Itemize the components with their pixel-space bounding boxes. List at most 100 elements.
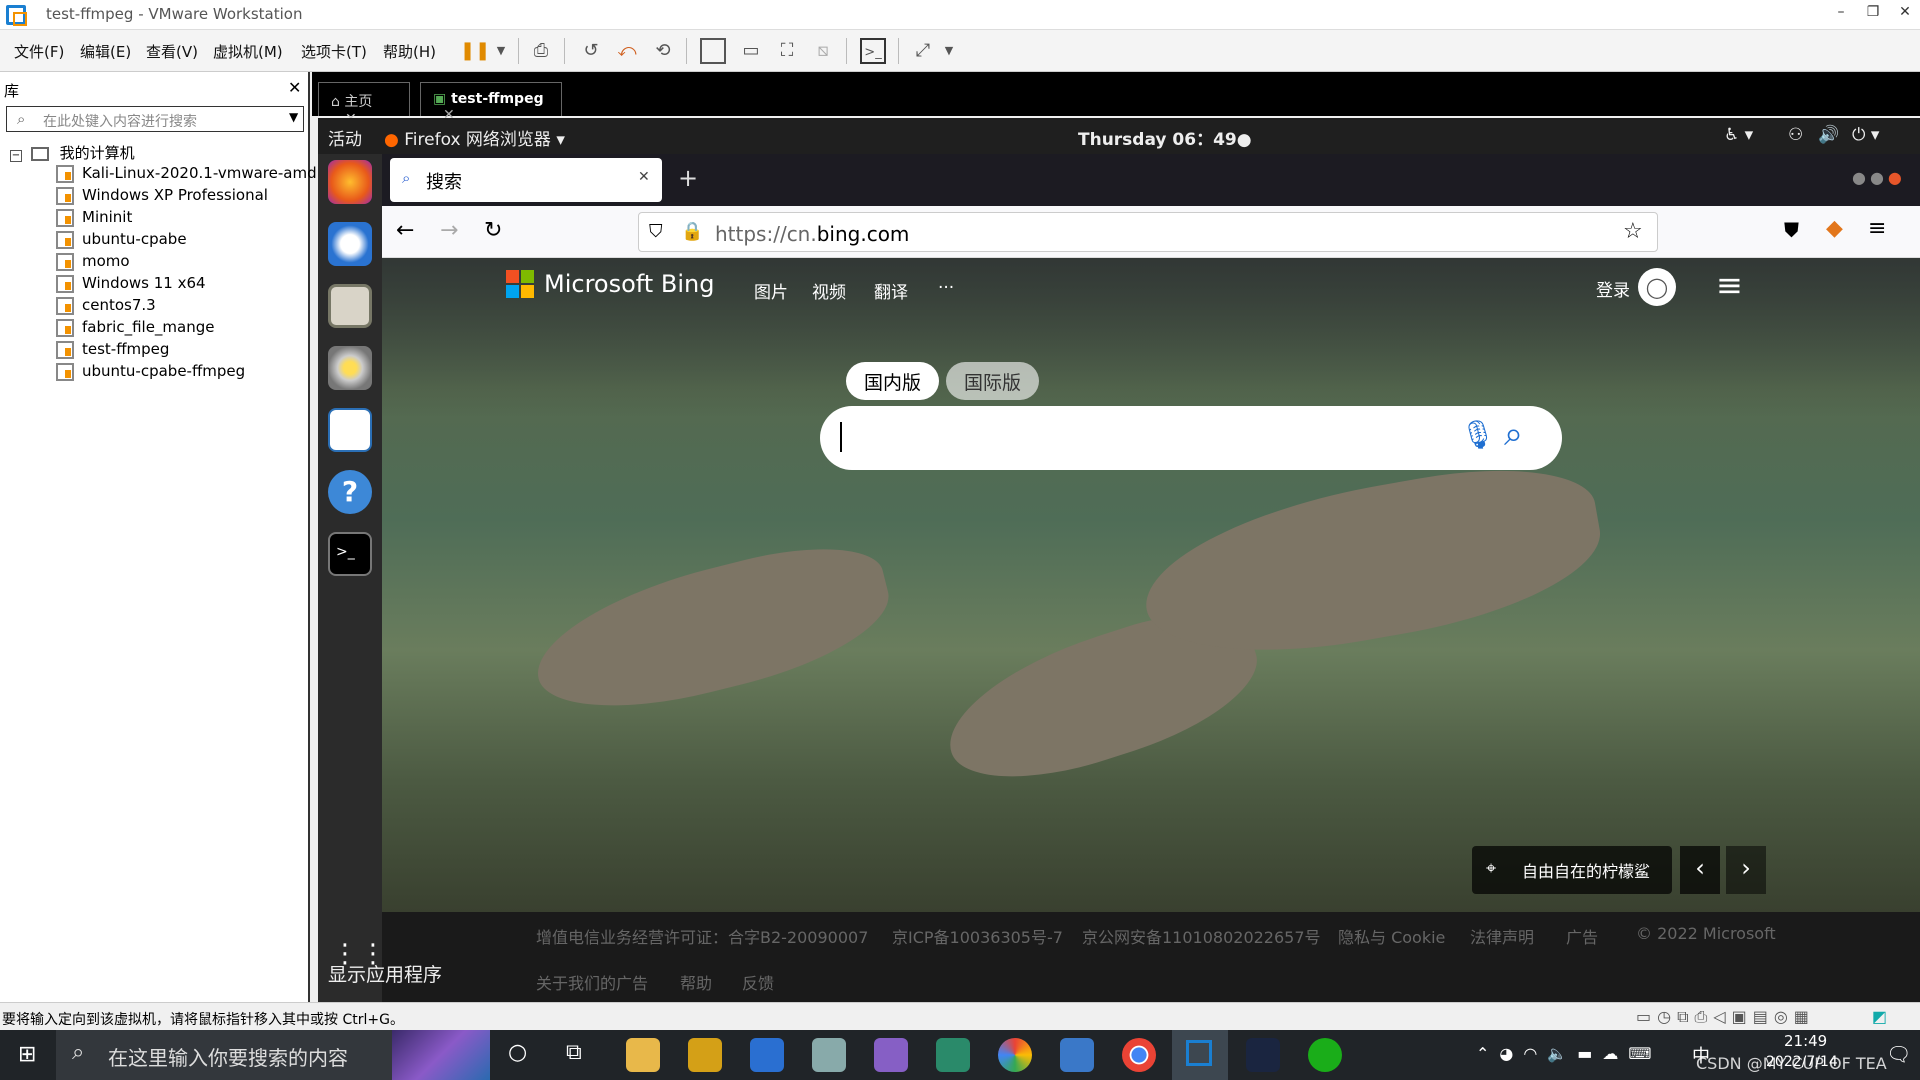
app-menu[interactable]: ● Firefox 网络浏览器 ▾ <box>384 125 565 150</box>
console-icon[interactable]: >_ <box>860 38 886 64</box>
device-status-icons[interactable]: ▭◷⧉⎙◁▣▤◎▦ <box>1636 1007 1815 1027</box>
vmware-taskbar-button[interactable] <box>1172 1030 1228 1080</box>
collapse-icon[interactable]: − <box>10 150 22 162</box>
clock[interactable]: Thursday 06：49● <box>1078 125 1252 150</box>
pocket-icon[interactable]: ⛊ <box>1784 218 1799 242</box>
network-icon[interactable]: ⚇ <box>1788 125 1803 145</box>
menu-vm[interactable]: 虚拟机(M) <box>213 41 283 62</box>
nav-videos[interactable]: 视频 <box>812 278 846 303</box>
footer-privacy[interactable]: 隐私与 Cookie <box>1338 924 1445 948</box>
next-image-button[interactable]: › <box>1726 846 1766 894</box>
new-tab-button[interactable]: + <box>678 164 698 192</box>
unity-icon[interactable]: ⧅ <box>810 38 836 64</box>
restore-button[interactable]: ❐ <box>1858 4 1888 26</box>
windows-start-icon[interactable]: ⊞ <box>18 1042 36 1067</box>
tab-home[interactable]: ⌂ 主页 ✕ <box>318 82 410 127</box>
menu-tabs[interactable]: 选项卡(T) <box>301 41 367 62</box>
snapshot-icon[interactable]: ↺ <box>578 38 604 64</box>
nav-more[interactable]: ··· <box>938 278 954 298</box>
vm-list-item[interactable]: Windows XP Professional <box>56 186 317 208</box>
menu-icon[interactable]: ≡ <box>1716 266 1743 304</box>
revert-snapshot-icon[interactable]: ⤺ <box>614 38 640 64</box>
library-view-icon[interactable] <box>700 38 726 64</box>
rhythmbox-icon[interactable] <box>328 346 372 390</box>
taskbar-search-input[interactable]: ⌕ 在这里输入你要搜索的内容 <box>56 1030 490 1080</box>
avatar-icon[interactable]: ◯ <box>1638 268 1676 306</box>
footer-legal[interactable]: 法律声明 <box>1470 924 1534 948</box>
vm-list-item[interactable]: Mininit <box>56 208 317 230</box>
reload-icon[interactable]: ↻ <box>484 218 502 243</box>
xshell-icon[interactable] <box>1060 1038 1094 1072</box>
image-caption[interactable]: ⌖ 自由自在的柠檬鲨 <box>1472 846 1672 894</box>
footer-ads[interactable]: 广告 <box>1566 924 1598 948</box>
tree-root[interactable]: − 我的计算机 <box>10 142 317 164</box>
nav-translate[interactable]: 翻译 <box>874 278 908 303</box>
vm-list-item[interactable]: centos7.3 <box>56 296 317 318</box>
stretch-icon[interactable]: ⤢ <box>910 38 936 64</box>
library-search-input[interactable]: ⌕ 在此处键入内容进行搜索 ▼ <box>6 106 304 132</box>
taskbar-time[interactable]: 21:49 <box>1784 1032 1827 1050</box>
bing-brand[interactable]: Microsoft Bing <box>544 270 714 298</box>
vm-list-item[interactable]: ubuntu-cpabe <box>56 230 317 252</box>
footer-about-ads[interactable]: 关于我们的广告 <box>536 970 648 994</box>
nav-images[interactable]: 图片 <box>754 278 788 303</box>
close-icon[interactable]: ✕ <box>288 78 301 97</box>
scope-international[interactable]: 国际版 <box>946 362 1040 400</box>
minimize-button[interactable]: – <box>1826 4 1856 26</box>
back-icon[interactable]: ← <box>396 218 414 243</box>
firefox-icon[interactable] <box>328 160 372 204</box>
pycharm-icon[interactable] <box>936 1038 970 1072</box>
wechat-icon[interactable] <box>1308 1038 1342 1072</box>
menu-help[interactable]: 帮助(H) <box>383 41 436 62</box>
fullscreen-icon[interactable]: ⛶ <box>774 38 800 64</box>
vm-list-item[interactable]: Windows 11 x64 <box>56 274 317 296</box>
bing-search-input[interactable]: 🎙 ⌕ <box>820 406 1562 470</box>
thunderbird-icon[interactable] <box>328 222 372 266</box>
remote-desktop-icon[interactable] <box>812 1038 846 1072</box>
url-text[interactable]: https://cn.bing.com <box>715 222 909 246</box>
browser-tab[interactable]: ⌕ 搜索 ✕ <box>390 158 662 202</box>
menu-edit[interactable]: 编辑(E) <box>80 41 131 62</box>
footer-help[interactable]: 帮助 <box>680 970 712 994</box>
game-app-icon[interactable] <box>1246 1038 1280 1072</box>
tab-test-ffmpeg[interactable]: ▣ test-ffmpeg ✕ <box>420 82 562 123</box>
footer-license[interactable]: 增值电信业务经营许可证：合字B2-20090007 <box>536 924 868 948</box>
chrome-icon[interactable] <box>1122 1038 1156 1072</box>
vm-list-item[interactable]: fabric_file_mange <box>56 318 317 340</box>
lock-app-icon[interactable] <box>688 1038 722 1072</box>
system-tray-icons[interactable]: ⌃◕◠🔈▬☁⌨ <box>1476 1044 1661 1063</box>
menu-icon[interactable]: ≡ <box>1868 216 1886 241</box>
signin-link[interactable]: 登录 <box>1596 276 1630 301</box>
cortana-icon[interactable]: ○ <box>508 1040 527 1065</box>
microsoft-logo-icon[interactable] <box>506 270 534 298</box>
search-icon[interactable]: ⌕ <box>1504 414 1523 454</box>
terminal-icon[interactable]: >_ <box>328 532 372 576</box>
previous-image-button[interactable]: ‹ <box>1680 846 1720 894</box>
thumbnail-view-icon[interactable]: ▭ <box>738 38 764 64</box>
vm-list-item[interactable]: test-ffmpeg <box>56 340 317 362</box>
send-keys-icon[interactable]: ⎙ <box>528 38 554 64</box>
url-bar[interactable]: ⛉ 🔒 https://cn.bing.com ☆ <box>638 212 1658 252</box>
file-explorer-icon[interactable] <box>626 1038 660 1072</box>
snapshot-manager-icon[interactable]: ⟲ <box>650 38 676 64</box>
task-view-icon[interactable]: ⧉ <box>566 1040 582 1065</box>
files-icon[interactable] <box>328 284 372 328</box>
notification-icon[interactable]: 🗨 <box>1886 1042 1911 1066</box>
activities-button[interactable]: 活动 <box>328 125 362 150</box>
chevron-down-icon[interactable]: ▼ <box>289 110 298 124</box>
accessibility-icon[interactable]: ♿ ▾ <box>1724 125 1753 145</box>
vm-list-item[interactable]: momo <box>56 252 317 274</box>
menu-file[interactable]: 文件(F) <box>14 41 64 62</box>
bookmark-star-icon[interactable]: ☆ <box>1623 219 1643 244</box>
chevron-down-icon[interactable]: ▼ <box>936 38 962 64</box>
window-controls[interactable]: ●●● <box>1852 168 1906 187</box>
chevron-down-icon[interactable]: ▼ <box>488 38 514 64</box>
footer-feedback[interactable]: 反馈 <box>742 970 774 994</box>
metamask-icon[interactable]: ◆ <box>1826 216 1843 241</box>
footer-police[interactable]: 京公网安备11010802022657号 <box>1082 924 1321 948</box>
volume-icon[interactable]: 🔊 <box>1818 125 1839 145</box>
power-icon[interactable]: ⏻ ▾ <box>1852 125 1879 145</box>
pause-icon[interactable]: ❚❚ <box>460 38 490 64</box>
scope-domestic[interactable]: 国内版 <box>846 362 940 400</box>
message-icon[interactable]: ◩ <box>1872 1007 1887 1026</box>
